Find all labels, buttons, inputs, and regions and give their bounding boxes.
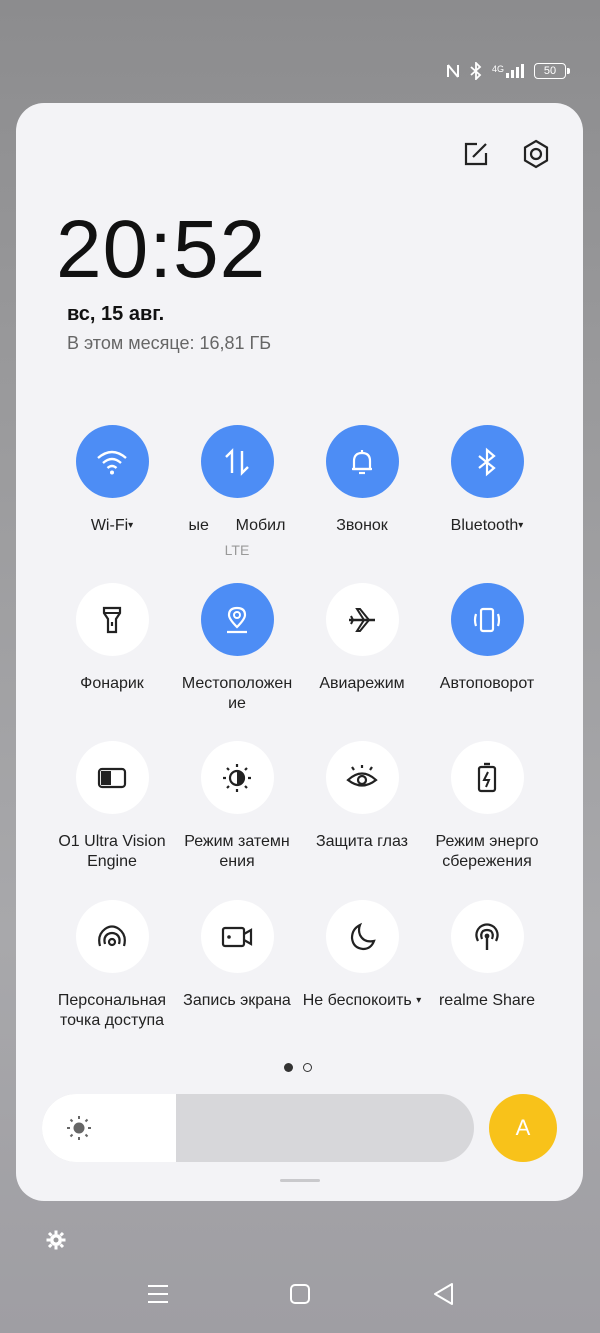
tile-label: Защита глаз xyxy=(315,833,409,850)
tile-mobile-data-button[interactable] xyxy=(200,425,274,498)
auto-brightness-button[interactable]: A xyxy=(489,1094,557,1162)
tile-ring[interactable]: Звонок xyxy=(302,425,422,536)
page-dot[interactable] xyxy=(303,1063,312,1072)
page-dot-active[interactable] xyxy=(284,1063,293,1072)
tile-do-not-disturb-button[interactable] xyxy=(325,900,399,973)
menu-icon[interactable] xyxy=(144,1280,172,1308)
tile-label: Местоположен ие xyxy=(181,675,293,712)
tile-location-button[interactable] xyxy=(200,583,274,656)
tile-ring-button[interactable] xyxy=(325,425,399,498)
battery-indicator: 50 xyxy=(534,63,570,79)
tile-label: Не беспокоить ▾ xyxy=(302,992,422,1009)
gear-icon[interactable] xyxy=(46,1230,66,1250)
auto-rotate-icon xyxy=(473,607,501,632)
tile-label: Звонок xyxy=(336,517,388,534)
tile-eye-protection[interactable]: Защита глаз xyxy=(302,741,422,852)
bell-icon xyxy=(352,449,372,474)
tile-wifi-button[interactable] xyxy=(75,425,149,498)
battery-saver-icon xyxy=(477,762,497,792)
bluetooth-icon xyxy=(478,447,496,476)
tile-airplane[interactable]: Авиарежим xyxy=(302,583,422,694)
tile-label: ые Мобил xyxy=(188,517,286,534)
moon-icon xyxy=(350,922,376,950)
vision-engine-icon xyxy=(97,767,127,788)
tile-eye-protection-button[interactable] xyxy=(325,741,399,814)
network-type: 4G xyxy=(491,64,504,74)
tile-realme-share-button[interactable] xyxy=(450,900,524,973)
drag-handle[interactable] xyxy=(280,1179,320,1182)
tile-auto-rotate-button[interactable] xyxy=(450,583,524,656)
home-icon[interactable] xyxy=(286,1280,314,1308)
tile-sublabel: LTE xyxy=(224,542,250,558)
tile-label: Режим затемн ения xyxy=(184,833,290,870)
signal-4g-icon: 4G xyxy=(492,64,524,78)
gear-icon[interactable] xyxy=(521,139,551,169)
sun-icon xyxy=(67,1116,91,1140)
mobile-data-icon xyxy=(225,447,249,476)
tile-label: Фонарик xyxy=(80,675,144,692)
nfc-icon xyxy=(446,64,459,78)
tile-auto-rotate[interactable]: Автоповорот xyxy=(427,583,547,694)
brightness-fill xyxy=(42,1094,176,1162)
hotspot-icon xyxy=(98,924,126,946)
status-bar: 4G 50 xyxy=(446,62,570,80)
tile-dark-mode-button[interactable] xyxy=(200,741,274,814)
tile-location[interactable]: Местоположен ие xyxy=(177,583,297,714)
tile-label: Wi-Fi▾ xyxy=(90,517,134,534)
tile-label: Bluetooth▾ xyxy=(450,517,524,534)
tile-flashlight[interactable]: Фонарик xyxy=(52,583,172,694)
tile-hotspot[interactable]: Персональная точка доступа xyxy=(52,900,172,1031)
tile-vision-engine-button[interactable] xyxy=(75,741,149,814)
eye-icon xyxy=(346,764,378,787)
navigation-bar xyxy=(0,1280,600,1314)
date[interactable]: вс, 15 авг. xyxy=(67,303,164,326)
tile-bluetooth[interactable]: Bluetooth▾ xyxy=(427,425,547,536)
tile-label: Автоповорот xyxy=(439,675,535,692)
edit-icon[interactable] xyxy=(461,139,491,169)
tile-bluetooth-button[interactable] xyxy=(450,425,524,498)
airplane-icon xyxy=(349,607,375,632)
tile-label: Персональная точка доступа xyxy=(57,992,167,1029)
tile-dark-mode[interactable]: Режим затемн ения xyxy=(177,741,297,872)
tile-realme-share[interactable]: realme Share xyxy=(427,900,547,1011)
tile-label: Запись экрана xyxy=(183,992,291,1009)
brightness-slider[interactable] xyxy=(42,1094,474,1162)
clock[interactable]: 20:52 xyxy=(56,203,266,297)
tile-flashlight-button[interactable] xyxy=(75,583,149,656)
tile-screen-record[interactable]: Запись экрана xyxy=(177,900,297,1011)
data-usage[interactable]: В этом месяце: 16,81 ГБ xyxy=(67,333,271,354)
location-icon xyxy=(227,606,247,633)
back-icon[interactable] xyxy=(430,1280,458,1308)
panel-top-icons xyxy=(461,139,551,169)
tile-label: O1 Ultra Vision Engine xyxy=(58,833,166,870)
quick-settings-panel: 20:52 вс, 15 авг. В этом месяце: 16,81 Г… xyxy=(16,103,583,1201)
dark-mode-icon xyxy=(223,763,251,792)
page-indicator xyxy=(284,1063,312,1072)
tile-label: Авиарежим xyxy=(319,675,405,692)
realme-share-icon xyxy=(475,922,499,950)
screen-record-icon xyxy=(221,926,253,947)
tile-label: realme Share xyxy=(438,992,536,1009)
tile-battery-saver-button[interactable] xyxy=(450,741,524,814)
tile-hotspot-button[interactable] xyxy=(75,900,149,973)
tile-battery-saver[interactable]: Режим энерго сбережения xyxy=(427,741,547,872)
wifi-icon xyxy=(97,450,127,474)
tile-vision-engine[interactable]: O1 Ultra Vision Engine xyxy=(52,741,172,872)
flashlight-icon xyxy=(102,606,122,633)
tile-wifi[interactable]: Wi-Fi▾ xyxy=(52,425,172,536)
tile-do-not-disturb[interactable]: Не беспокоить ▾ xyxy=(302,900,422,1011)
tile-label: Режим энерго сбережения xyxy=(435,833,539,870)
tile-airplane-button[interactable] xyxy=(325,583,399,656)
tile-mobile-data[interactable]: ые Мобил LTE xyxy=(177,425,297,558)
tile-screen-record-button[interactable] xyxy=(200,900,274,973)
bluetooth-icon xyxy=(470,62,482,80)
